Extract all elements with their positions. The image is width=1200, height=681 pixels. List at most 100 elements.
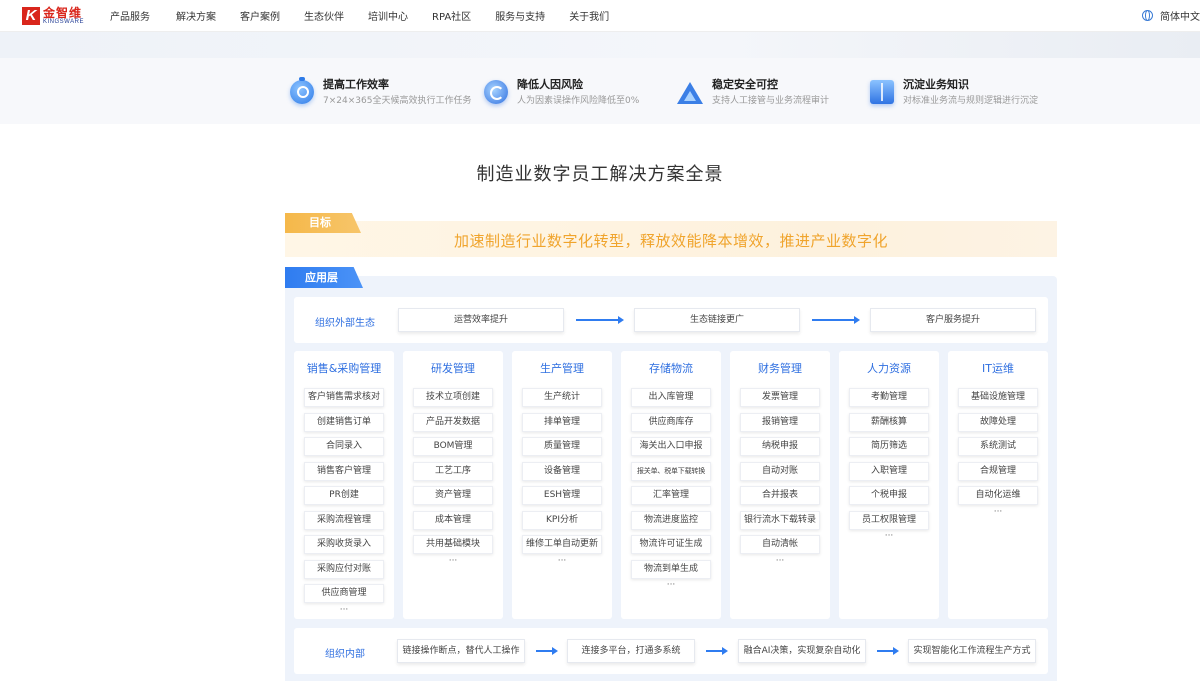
internal-step: 实现智能化工作流程生产方式	[908, 639, 1036, 663]
external-step: 生态链接更广	[634, 308, 800, 332]
external-step: 客户服务提升	[870, 308, 1036, 332]
function-item[interactable]: 技术立项创建	[413, 388, 493, 407]
app-layer-tag: 应用层	[285, 267, 363, 288]
arrow-right-icon	[877, 647, 899, 655]
column-title: IT运维	[982, 362, 1014, 375]
language-switcher[interactable]: 简体中文	[1142, 8, 1200, 23]
goal-text: 加速制造行业数字化转型，释放效能降本增效，推进产业数字化	[453, 232, 888, 250]
function-item[interactable]: 供应商管理	[304, 584, 384, 603]
column-title: 存储物流	[649, 362, 693, 375]
function-item[interactable]: 供应商库存	[631, 413, 711, 432]
internal-step: 连接多平台，打通多系统	[567, 639, 695, 663]
function-item[interactable]: 生产统计	[522, 388, 602, 407]
function-item[interactable]: 故障处理	[958, 413, 1038, 432]
arrow-right-icon	[536, 647, 558, 655]
top-nav: K 金智维 KINGSWARE 产品服务 解决方案 客户案例 生态伙伴 培训中心…	[0, 0, 1200, 32]
nav-item-rpa-community[interactable]: RPA社区	[432, 8, 471, 23]
more-ellipsis: ···	[339, 605, 349, 615]
function-item[interactable]: 客户销售需求核对	[304, 388, 384, 407]
function-item[interactable]: 采购应付对账	[304, 560, 384, 579]
function-item[interactable]: 工艺工序	[413, 462, 493, 481]
function-item[interactable]: 出入库管理	[631, 388, 711, 407]
function-item[interactable]: 销售客户管理	[304, 462, 384, 481]
nav-item-about[interactable]: 关于我们	[569, 8, 609, 23]
function-item[interactable]: 系统测试	[958, 437, 1038, 456]
function-item[interactable]: 自动清帐	[740, 535, 820, 554]
function-item[interactable]: 创建销售订单	[304, 413, 384, 432]
globe-icon	[1142, 10, 1153, 21]
function-item[interactable]: 排单管理	[522, 413, 602, 432]
function-item[interactable]: 个税申报	[849, 486, 929, 505]
feature-title: 降低人因风险	[517, 78, 583, 91]
more-ellipsis: ···	[993, 507, 1003, 517]
nav-item-partners[interactable]: 生态伙伴	[304, 8, 344, 23]
nav-item-cases[interactable]: 客户案例	[240, 8, 280, 23]
function-item[interactable]: 产品开发数据	[413, 413, 493, 432]
function-item[interactable]: 入职管理	[849, 462, 929, 481]
feature-knowledge: 沉淀业务知识 对标准业务流与规则逻辑进行沉淀	[870, 78, 1038, 108]
function-item[interactable]: KPI分析	[522, 511, 602, 530]
more-ellipsis: ···	[884, 531, 894, 541]
function-item[interactable]: 采购收货录入	[304, 535, 384, 554]
function-item[interactable]: 银行流水下载转录	[740, 511, 820, 530]
feature-desc: 7×24×365全天候高效执行工作任务	[323, 96, 472, 106]
more-ellipsis: ···	[666, 580, 676, 590]
swirl-icon	[484, 80, 508, 104]
feature-desc: 支持人工接管与业务流程审计	[712, 96, 830, 106]
function-item[interactable]: BOM管理	[413, 437, 493, 456]
feature-title: 提高工作效率	[323, 78, 389, 91]
function-item[interactable]: 物流许可证生成	[631, 535, 711, 554]
column-title: 财务管理	[758, 362, 802, 375]
function-item[interactable]: 考勤管理	[849, 388, 929, 407]
feature-desc: 对标准业务流与规则逻辑进行沉淀	[903, 96, 1039, 106]
function-item[interactable]: 海关出入口申报	[631, 437, 711, 456]
function-item[interactable]: 成本管理	[413, 511, 493, 530]
nav-item-solutions[interactable]: 解决方案	[176, 8, 216, 23]
function-item[interactable]: 采购流程管理	[304, 511, 384, 530]
function-item[interactable]: 共用基础模块	[413, 535, 493, 554]
function-item[interactable]: 资产管理	[413, 486, 493, 505]
function-item[interactable]: 物流进度监控	[631, 511, 711, 530]
section-title: 制造业数字员工解决方案全景	[476, 164, 724, 185]
function-item[interactable]: ESH管理	[522, 486, 602, 505]
nav-item-support[interactable]: 服务与支持	[495, 8, 545, 23]
kingsware-logo[interactable]: K 金智维 KINGSWARE	[22, 6, 84, 26]
feature-security: 稳定安全可控 支持人工接管与业务流程审计	[677, 78, 829, 108]
arrow-right-icon	[812, 316, 860, 324]
function-item[interactable]: 自动化运维	[958, 486, 1038, 505]
function-item[interactable]: 纳税申报	[740, 437, 820, 456]
feature-title: 稳定安全可控	[712, 78, 778, 91]
column-title: 人力资源	[867, 362, 911, 375]
feature-efficiency: 提高工作效率 7×24×365全天候高效执行工作任务	[290, 77, 472, 108]
feature-title: 沉淀业务知识	[903, 78, 969, 91]
function-item[interactable]: 设备管理	[522, 462, 602, 481]
function-item[interactable]: 薪酬核算	[849, 413, 929, 432]
function-item[interactable]: 简历筛选	[849, 437, 929, 456]
function-item[interactable]: 物流到单生成	[631, 560, 711, 579]
function-item[interactable]: 基础设施管理	[958, 388, 1038, 407]
hero-banner	[0, 32, 1200, 58]
function-item[interactable]: 质量管理	[522, 437, 602, 456]
mountain-icon	[677, 80, 703, 104]
more-ellipsis: ···	[775, 556, 785, 566]
function-item[interactable]: 汇率管理	[631, 486, 711, 505]
function-item[interactable]: 维修工单自动更新	[522, 535, 602, 554]
function-item[interactable]: 员工权限管理	[849, 511, 929, 530]
arrow-right-icon	[576, 316, 624, 324]
internal-step: 融合AI决策，实现复杂自动化	[738, 639, 866, 663]
logo-cn-text: 金智维	[43, 5, 83, 20]
function-item[interactable]: 报关单、税单下载转换	[631, 462, 711, 481]
more-ellipsis: ···	[448, 556, 458, 566]
function-item[interactable]: 合规管理	[958, 462, 1038, 481]
function-item[interactable]: 报销管理	[740, 413, 820, 432]
function-item[interactable]: 自动对账	[740, 462, 820, 481]
function-item[interactable]: 合同录入	[304, 437, 384, 456]
nav-item-training[interactable]: 培训中心	[368, 8, 408, 23]
internal-step: 链接操作断点，替代人工操作	[397, 639, 525, 663]
column-title: 生产管理	[540, 362, 584, 375]
nav-item-products[interactable]: 产品服务	[110, 8, 150, 23]
function-item[interactable]: 发票管理	[740, 388, 820, 407]
external-row-label: 组织外部生态	[315, 318, 375, 329]
function-item[interactable]: PR创建	[304, 486, 384, 505]
function-item[interactable]: 合并报表	[740, 486, 820, 505]
